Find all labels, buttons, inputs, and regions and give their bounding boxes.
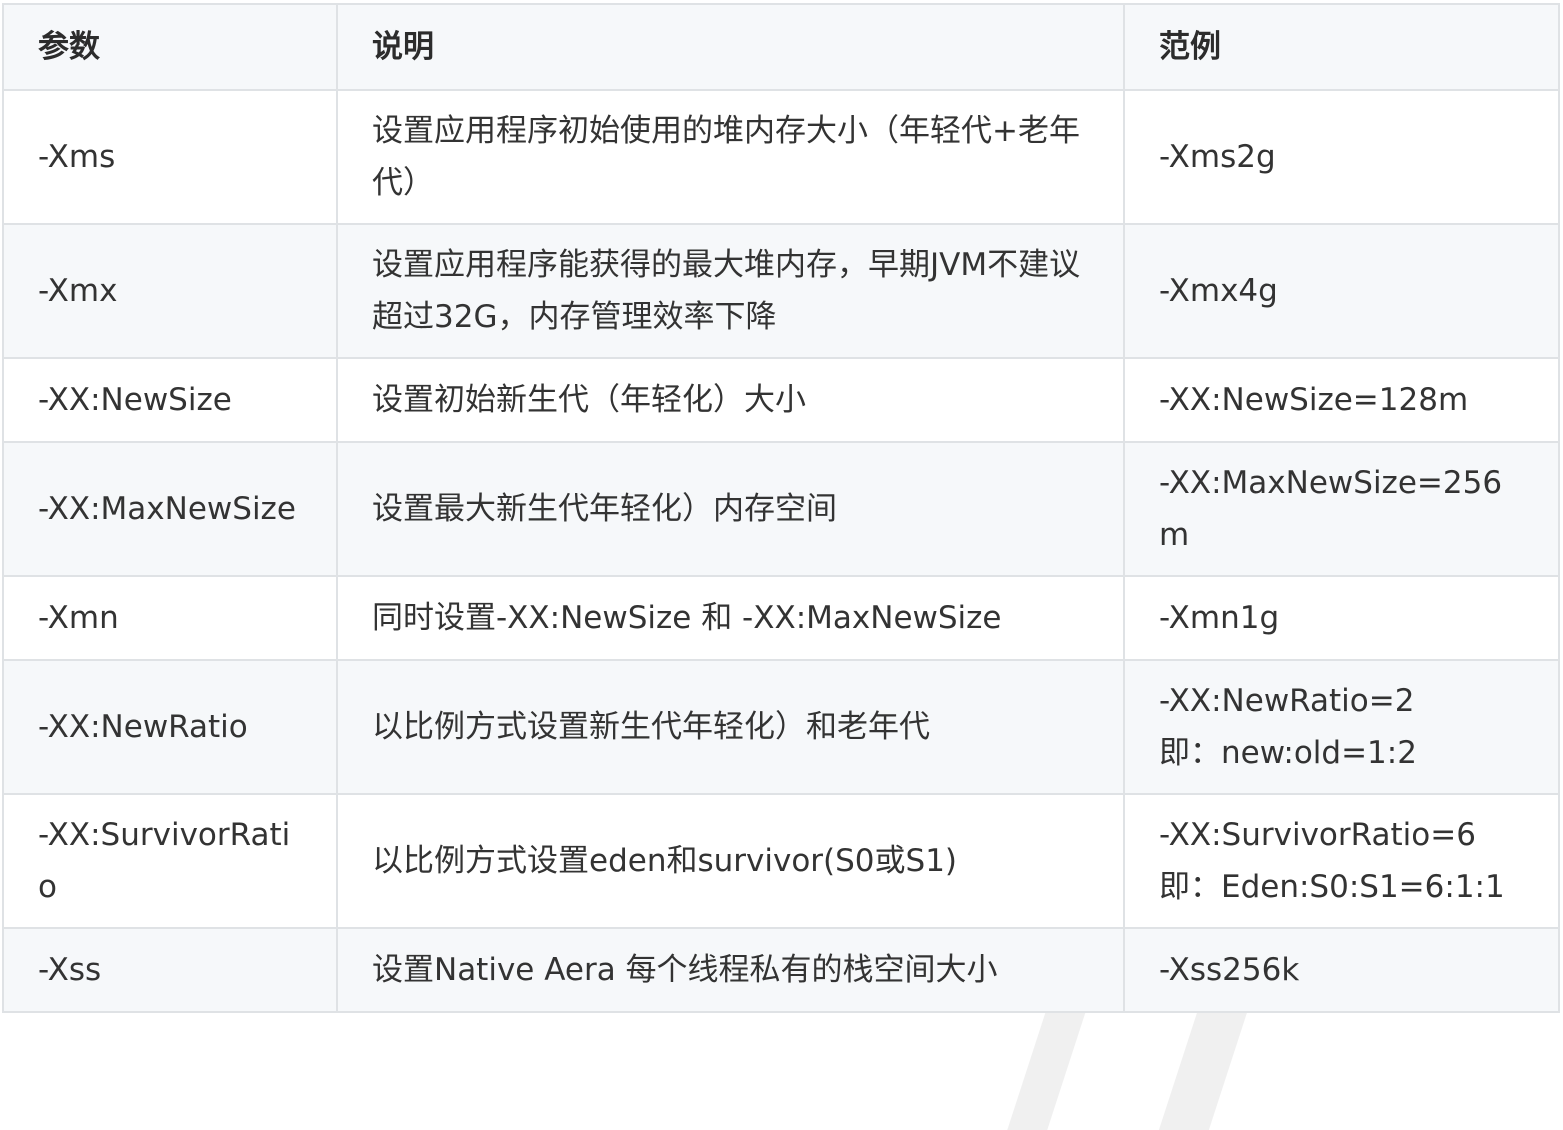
description-cell: 设置应用程序能获得的最大堆内存，早期JVM不建议超过32G，内存管理效率下降 [336, 223, 1125, 359]
description-cell: 同时设置-XX:NewSize 和 -XX:MaxNewSize [336, 575, 1125, 661]
description-cell: 设置应用程序初始使用的堆内存大小（年轻代+老年代） [336, 89, 1125, 225]
param-cell: -Xmx [2, 223, 338, 359]
example-cell: -XX:NewSize=128m [1123, 357, 1560, 443]
example-line: 即：Eden:S0:S1=6:1:1 [1159, 869, 1505, 905]
param-cell: -XX:NewSize [2, 357, 338, 443]
param-cell: -Xmn [2, 575, 338, 661]
jvm-parameters-table: 参数 说明 范例 -Xms 设置应用程序初始使用的堆内存大小（年轻代+老年代） … [2, 3, 1560, 1013]
table-row: -XX:SurvivorRatio 以比例方式设置eden和survivor(S… [2, 793, 1560, 929]
param-cell: -XX:NewRatio [2, 659, 338, 795]
description-cell: 以比例方式设置新生代年轻化）和老年代 [336, 659, 1125, 795]
param-cell: -Xss [2, 927, 338, 1013]
example-cell: -Xmn1g [1123, 575, 1560, 661]
table-row: -Xss 设置Native Aera 每个线程私有的栈空间大小 -Xss256k [2, 927, 1560, 1013]
param-cell: -Xms [2, 89, 338, 225]
column-header-example: 范例 [1123, 3, 1560, 91]
table-row: -Xms 设置应用程序初始使用的堆内存大小（年轻代+老年代） -Xms2g [2, 89, 1560, 225]
example-cell: -Xss256k [1123, 927, 1560, 1013]
table-row: -Xmn 同时设置-XX:NewSize 和 -XX:MaxNewSize -X… [2, 575, 1560, 661]
table-header-row: 参数 说明 范例 [2, 3, 1560, 91]
description-cell: 设置最大新生代年轻化）内存空间 [336, 441, 1125, 577]
example-line: -XX:SurvivorRatio=6 [1159, 817, 1476, 853]
table-row: -XX:MaxNewSize 设置最大新生代年轻化）内存空间 -XX:MaxNe… [2, 441, 1560, 577]
table-row: -Xmx 设置应用程序能获得的最大堆内存，早期JVM不建议超过32G，内存管理效… [2, 223, 1560, 359]
example-cell: -XX:MaxNewSize=256m [1123, 441, 1560, 577]
param-cell: -XX:MaxNewSize [2, 441, 338, 577]
column-header-description: 说明 [336, 3, 1125, 91]
description-cell: 设置初始新生代（年轻化）大小 [336, 357, 1125, 443]
table-row: -XX:NewSize 设置初始新生代（年轻化）大小 -XX:NewSize=1… [2, 357, 1560, 443]
param-cell: -XX:SurvivorRatio [2, 793, 338, 929]
example-cell: -Xmx4g [1123, 223, 1560, 359]
description-cell: 以比例方式设置eden和survivor(S0或S1) [336, 793, 1125, 929]
table-row: -XX:NewRatio 以比例方式设置新生代年轻化）和老年代 -XX:NewR… [2, 659, 1560, 795]
example-cell: -XX:SurvivorRatio=6 即：Eden:S0:S1=6:1:1 [1123, 793, 1560, 929]
example-line: 即：new:old=1:2 [1159, 735, 1417, 771]
example-line: -XX:NewRatio=2 [1159, 683, 1415, 719]
example-cell: -Xms2g [1123, 89, 1560, 225]
column-header-param: 参数 [2, 3, 338, 91]
example-cell: -XX:NewRatio=2 即：new:old=1:2 [1123, 659, 1560, 795]
description-cell: 设置Native Aera 每个线程私有的栈空间大小 [336, 927, 1125, 1013]
